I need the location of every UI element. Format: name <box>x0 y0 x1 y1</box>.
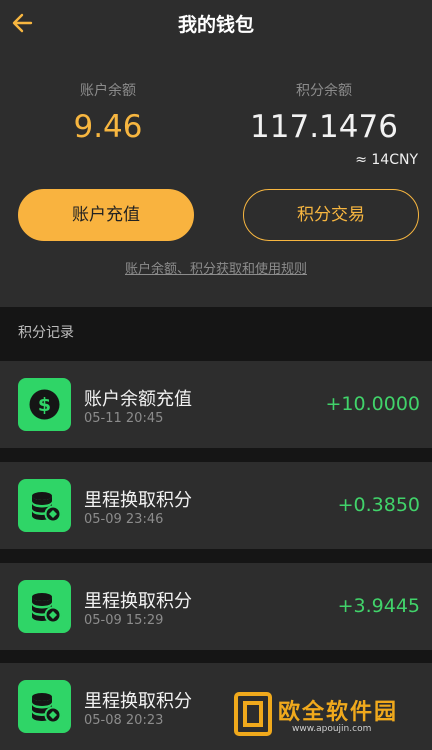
record-title: 里程换取积分 <box>84 691 192 712</box>
record-amount: +3.9445 <box>337 595 420 617</box>
points-balance: 积分余额 117.1476 <box>216 80 432 146</box>
points-records-heading: 积分记录 <box>18 325 74 341</box>
record-item[interactable]: 里程换取积分 05-09 23:46 +0.3850 <box>0 462 432 549</box>
dollar-icon: $ <box>18 378 71 431</box>
record-title: 里程换取积分 <box>84 591 192 612</box>
app-header: 我的钱包 <box>0 0 432 46</box>
coin-stack-icon <box>18 680 71 733</box>
record-time: 05-09 15:29 <box>84 613 164 628</box>
record-amount: +10.0000 <box>325 393 421 415</box>
record-title: 里程换取积分 <box>84 490 192 511</box>
watermark-url: www.apoujin.com <box>292 724 372 734</box>
points-balance-label: 积分余额 <box>296 83 352 99</box>
account-balance-value: 9.46 <box>73 109 143 145</box>
coin-stack-icon <box>18 479 71 532</box>
record-item[interactable]: $ 账户余额充值 05-11 20:45 +10.0000 <box>0 361 432 448</box>
site-watermark: 欧全软件园 www.apoujin.com <box>234 688 432 739</box>
rules-link[interactable]: 账户余额、积分获取和使用规则 <box>0 258 432 277</box>
account-balance: 账户余额 9.46 <box>0 80 216 146</box>
record-time: 05-11 20:45 <box>84 411 164 426</box>
points-balance-value: 117.1476 <box>250 109 398 145</box>
watermark-logo-icon <box>234 692 272 736</box>
svg-text:$: $ <box>38 394 51 416</box>
recharge-button[interactable]: 账户充值 <box>18 189 194 241</box>
watermark-text: 欧全软件园 <box>278 700 399 725</box>
record-amount: +0.3850 <box>337 494 420 516</box>
account-balance-label: 账户余额 <box>80 83 136 99</box>
coin-stack-icon <box>18 580 71 633</box>
page-title: 我的钱包 <box>177 14 254 36</box>
record-time: 05-09 23:46 <box>84 512 164 527</box>
wallet-summary-panel: 我的钱包 账户余额 9.46 积分余额 117.1476 ≈ 14CNY 账户充… <box>0 0 432 307</box>
record-item[interactable]: 里程换取积分 05-09 15:29 +3.9445 <box>0 563 432 650</box>
points-cny-equivalent: ≈ 14CNY <box>355 152 418 168</box>
points-trade-button[interactable]: 积分交易 <box>243 189 419 241</box>
record-time: 05-08 20:23 <box>84 713 164 728</box>
record-title: 账户余额充值 <box>84 389 192 410</box>
